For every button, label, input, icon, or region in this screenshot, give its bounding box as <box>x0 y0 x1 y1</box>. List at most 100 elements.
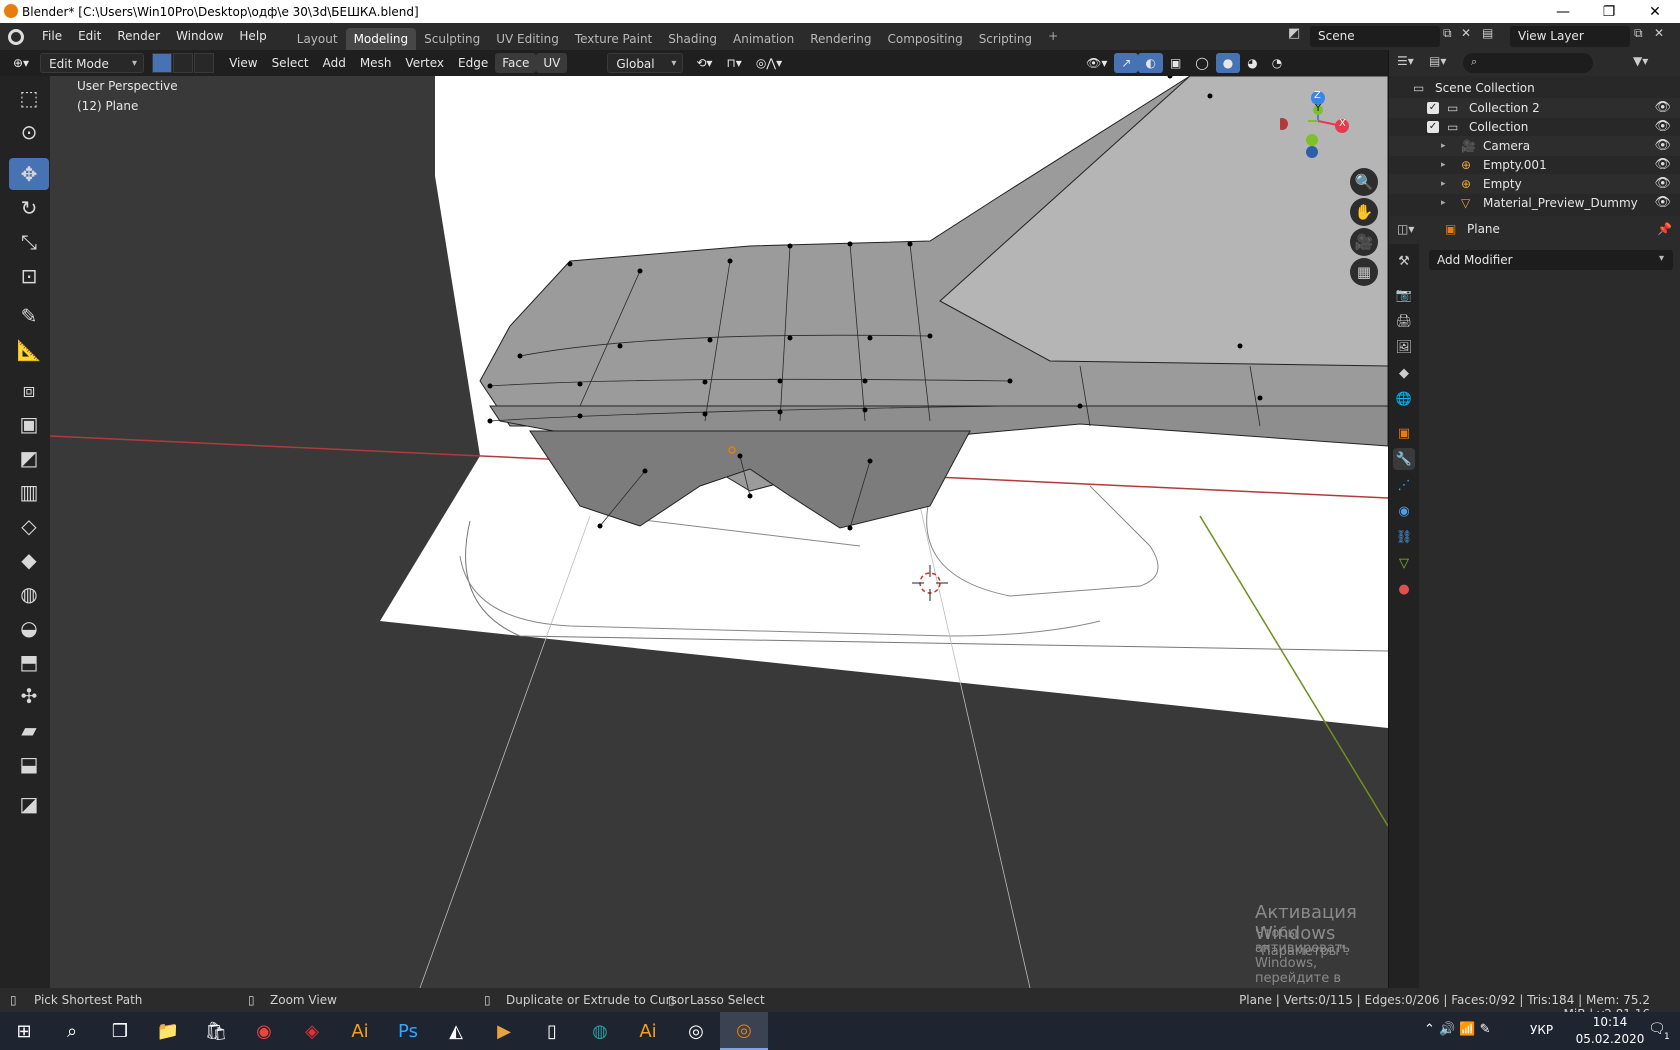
display-mode-icon[interactable]: ▤▾ <box>1429 54 1446 68</box>
proportional-edit-icon[interactable]: ◎⋀▾ <box>749 53 789 73</box>
tool-tab-icon[interactable]: ⚒ <box>1393 250 1415 272</box>
scene-tab-icon[interactable]: ◆ <box>1393 362 1415 384</box>
outliner-item-empty-001[interactable]: ▸ ⊕ Empty.001 👁 <box>1389 155 1680 175</box>
tab-modeling[interactable]: Modeling <box>345 28 417 50</box>
header-menu-face[interactable]: Face <box>495 53 537 73</box>
ortho-grid-icon[interactable]: ▦ <box>1350 258 1378 286</box>
editor-type-icon[interactable]: ⊕▾ <box>6 53 36 73</box>
bevel-icon[interactable]: ◩ <box>9 442 49 474</box>
xray-icon[interactable]: ▣ <box>1163 53 1188 73</box>
header-menu-mesh[interactable]: Mesh <box>353 53 399 73</box>
face-select-icon[interactable] <box>194 53 215 73</box>
menu-help[interactable]: Help <box>231 23 274 50</box>
pivot-icon[interactable]: ⟲▾ <box>689 53 719 73</box>
extrude-icon[interactable]: ⧈ <box>9 374 49 406</box>
tab-uv-editing[interactable]: UV Editing <box>488 28 567 50</box>
app-red-icon[interactable]: ◈ <box>288 1012 336 1050</box>
close-button[interactable]: ✕ <box>1632 0 1678 23</box>
outliner-search-input[interactable] <box>1463 53 1593 73</box>
scene-close-icon[interactable]: ✕ <box>1461 26 1471 40</box>
modifier-tab-icon[interactable]: 🔧 <box>1393 448 1415 470</box>
rip-icon[interactable]: ⬓ <box>9 748 49 780</box>
taskbar-date[interactable]: 05.02.2020 <box>1570 1032 1650 1046</box>
knife-icon[interactable]: ◇ <box>9 510 49 542</box>
file-explorer-icon[interactable]: 📁 <box>144 1012 192 1050</box>
view-layer-close-icon[interactable]: ✕ <box>1654 26 1664 40</box>
windows-start-icon[interactable]: ⊞ <box>0 1012 48 1050</box>
header-menu-uv[interactable]: UV <box>536 53 568 73</box>
gizmo-toggle-icon[interactable]: ↗ <box>1114 53 1139 73</box>
search-taskbar-icon[interactable]: ⌕ <box>48 1012 96 1050</box>
view-layer-icon[interactable]: ▤ <box>1482 26 1493 40</box>
visibility-eye-icon[interactable]: 👁 <box>1654 174 1671 194</box>
illustrator-icon[interactable]: Ai <box>336 1012 384 1050</box>
header-menu-view[interactable]: View <box>222 53 264 73</box>
world-tab-icon[interactable]: 🌐 <box>1393 388 1415 410</box>
minimize-button[interactable]: — <box>1540 0 1586 23</box>
tab-sculpting[interactable]: Sculpting <box>416 28 488 50</box>
task-view-icon[interactable]: ❒ <box>96 1012 144 1050</box>
overlay-toggle-icon[interactable]: ◐ <box>1138 53 1163 73</box>
outliner-item-collection-2[interactable]: ✓ ▭ Collection 2 👁 <box>1389 98 1680 118</box>
outliner-editor-icon[interactable]: ☰▾ <box>1397 54 1414 68</box>
object-tab-icon[interactable]: ▣ <box>1393 422 1415 444</box>
properties-editor-icon[interactable]: ◫▾ <box>1397 222 1414 236</box>
header-menu-select[interactable]: Select <box>265 53 316 73</box>
document-icon[interactable]: ▯ <box>528 1012 576 1050</box>
tray-icons[interactable]: ⌃ 🔊 📶 ✎ <box>1424 1022 1491 1037</box>
transform-orientation[interactable]: Global <box>607 53 684 74</box>
collection-checkbox[interactable]: ✓ <box>1427 121 1439 133</box>
tab-scripting[interactable]: Scripting <box>971 28 1040 50</box>
data-tab-icon[interactable]: ▽ <box>1393 552 1415 574</box>
cursor-icon[interactable]: ⊙ <box>9 116 49 148</box>
edge-slide-icon[interactable]: ⬒ <box>9 646 49 678</box>
pan-hand-icon[interactable]: ✋ <box>1350 198 1378 226</box>
tab-shading[interactable]: Shading <box>660 28 725 50</box>
expand-arrow-icon[interactable]: ▸ <box>1441 193 1446 213</box>
blender-active-taskbar-icon[interactable]: ◎ <box>720 1012 768 1050</box>
shear-icon[interactable]: ▰ <box>9 714 49 746</box>
select-box-icon[interactable]: ⬚ <box>9 82 49 114</box>
smooth-icon[interactable]: ◒ <box>9 612 49 644</box>
tab-layout[interactable]: Layout <box>289 28 346 50</box>
material-tab-icon[interactable]: ● <box>1393 578 1415 600</box>
inkscape-icon[interactable]: ◭ <box>432 1012 480 1050</box>
blender-menu-icon[interactable] <box>8 28 24 45</box>
navigation-gizmo[interactable]: Z Y X <box>1276 88 1360 158</box>
scale-icon[interactable]: ⤡ <box>9 226 49 258</box>
menu-render[interactable]: Render <box>109 23 168 50</box>
menu-file[interactable]: File <box>34 23 70 50</box>
visibility-eye-icon[interactable]: 👁 <box>1654 117 1671 137</box>
expand-arrow-icon[interactable]: ▸ <box>1441 174 1446 194</box>
expand-arrow-icon[interactable]: ▸ <box>1441 155 1446 175</box>
poly-build-icon[interactable]: ◆ <box>9 544 49 576</box>
pin-icon[interactable]: 📌 <box>1657 222 1672 236</box>
scene-new-icon[interactable]: ⧉ <box>1443 26 1452 41</box>
visibility-eye-icon[interactable]: 👁 <box>1654 193 1671 213</box>
outliner-item-collection[interactable]: ✓ ▭ Collection 👁 <box>1389 117 1680 137</box>
menu-window[interactable]: Window <box>168 23 231 50</box>
tool-settings-icon[interactable]: ◪ <box>9 788 49 820</box>
scene-icon[interactable]: ◩ <box>1288 26 1308 46</box>
shrink-fatten-icon[interactable]: ✣ <box>9 680 49 712</box>
loop-cut-icon[interactable]: ▥ <box>9 476 49 508</box>
visibility-icon[interactable]: 👁▾ <box>1079 53 1114 73</box>
rotate-icon[interactable]: ↻ <box>9 192 49 224</box>
material-shading-icon[interactable]: ◕ <box>1240 53 1264 73</box>
constraints-tab-icon[interactable]: ⛓ <box>1393 526 1415 548</box>
language-indicator[interactable]: УКР <box>1530 1023 1553 1037</box>
visibility-eye-icon[interactable]: 👁 <box>1654 98 1671 118</box>
illustrator-2-icon[interactable]: Ai <box>624 1012 672 1050</box>
tab-rendering[interactable]: Rendering <box>802 28 879 50</box>
scene-selector[interactable]: Scene <box>1310 26 1440 47</box>
inset-icon[interactable]: ▣ <box>9 408 49 440</box>
outliner-item-camera[interactable]: ▸ 🎥 Camera 👁 <box>1389 136 1680 156</box>
expand-arrow-icon[interactable]: ▸ <box>1441 136 1446 156</box>
view-layer-tab-icon[interactable]: 🖼 <box>1393 336 1415 358</box>
wireframe-shading-icon[interactable]: ◯ <box>1188 53 1215 73</box>
view-layer-new-icon[interactable]: ⧉ <box>1634 26 1643 41</box>
blender-taskbar-icon[interactable]: ◎ <box>672 1012 720 1050</box>
zoom-icon[interactable]: 🔍 <box>1350 168 1378 196</box>
tab-texture-paint[interactable]: Texture Paint <box>567 28 660 50</box>
snap-icon[interactable]: ⊓▾ <box>719 53 748 73</box>
